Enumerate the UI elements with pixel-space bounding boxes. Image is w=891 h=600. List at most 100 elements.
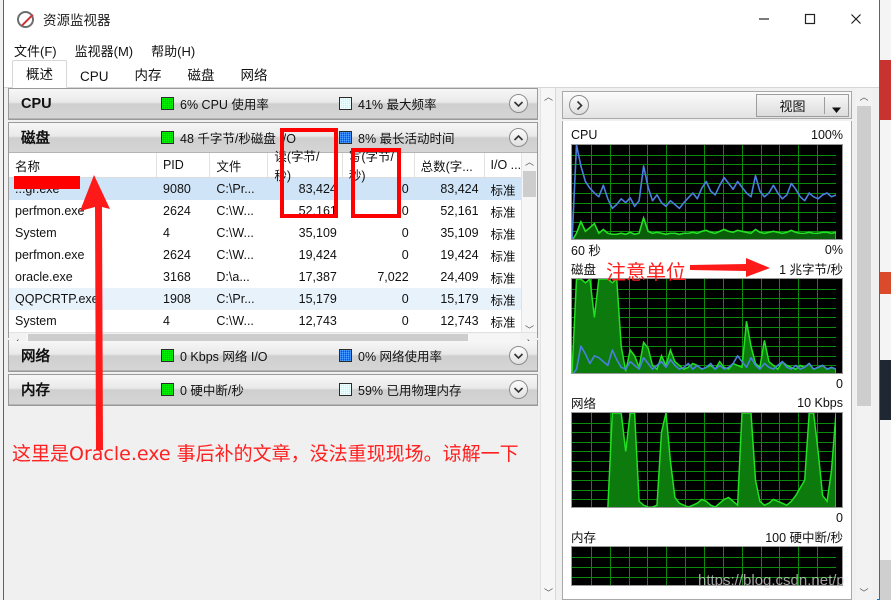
background-red-panel-mid	[880, 272, 891, 294]
close-button[interactable]	[833, 0, 879, 38]
column-header-name[interactable]: 名称	[9, 153, 157, 177]
table-vertical-scrollbar[interactable]: ︿ ﹀	[521, 153, 537, 337]
cell-pid: 3168	[163, 270, 191, 284]
cell-read: 12,743	[298, 314, 337, 328]
scroll-down-arrow-icon[interactable]: ﹀	[856, 584, 872, 600]
column-header-pid[interactable]: PID	[157, 153, 211, 177]
graph-cpu-title: CPU	[571, 127, 598, 142]
cell-total: 35,109	[440, 226, 479, 240]
cell-write: 0	[401, 292, 409, 306]
graph-network-axis-labels: 0	[571, 508, 843, 527]
section-cpu-stat1-label: 6% CPU 使用率	[180, 98, 269, 112]
tab-cpu[interactable]: CPU	[67, 67, 122, 88]
section-network-header[interactable]: 网络 0 Kbps 网络 I/O 0% 网络使用率	[9, 341, 537, 371]
section-disk-stat2-label: 8% 最长活动时间	[358, 132, 455, 146]
cell-file: D:\a...	[216, 270, 250, 284]
title-bar: 资源监视器	[4, 0, 879, 38]
cell-total: 19,424	[440, 248, 479, 262]
background-dark-panel	[880, 360, 891, 420]
green-swatch-icon	[161, 349, 174, 362]
tab-memory[interactable]: 内存	[122, 62, 175, 88]
tab-overview[interactable]: 概述	[12, 60, 67, 88]
graph-cpu-labels: CPU 100%	[571, 125, 843, 144]
chevron-down-icon[interactable]	[509, 380, 528, 399]
cell-write: 0	[401, 314, 409, 328]
section-disk-stat1-label: 48 千字节/秒磁盘 I/O	[180, 132, 296, 146]
section-memory-stat1: 0 硬中断/秒	[161, 380, 244, 399]
cell-total: 83,424	[440, 182, 479, 196]
table-row[interactable]: ...gr.exe 9080 C:\Pr... 83,424 0 83,424 …	[9, 178, 537, 200]
section-disk-header[interactable]: 磁盘 48 千字节/秒磁盘 I/O 8% 最长活动时间	[9, 123, 537, 153]
menu-item-file[interactable]: 文件(F)	[14, 41, 57, 60]
cell-read: 19,424	[298, 248, 337, 262]
section-memory-header[interactable]: 内存 0 硬中断/秒 59% 已用物理内存	[9, 375, 537, 405]
cell-file: C:\W...	[216, 314, 254, 328]
section-network-title: 网络	[21, 349, 50, 365]
table-row[interactable]: oracle.exe 3168 D:\a... 17,387 7,022 24,…	[9, 266, 537, 288]
maximize-button[interactable]	[787, 0, 833, 38]
green-swatch-icon	[161, 97, 174, 110]
graph-disk-title: 磁盘	[571, 263, 597, 277]
cell-pid: 9080	[163, 182, 191, 196]
scroll-up-arrow-icon[interactable]: ︿	[541, 88, 555, 104]
scroll-up-arrow-icon[interactable]: ︿	[522, 153, 537, 169]
chevron-down-icon[interactable]	[509, 346, 528, 365]
sections-container: CPU 6% CPU 使用率 41% 最大频率 磁盘 48 千字节/秒磁盘 I/…	[8, 88, 538, 408]
table-row[interactable]: QQPCRTP.exe 1908 C:\Pr... 15,179 0 15,17…	[9, 288, 537, 310]
cell-file: C:\Pr...	[216, 292, 255, 306]
red-box-write-column	[351, 148, 401, 218]
table-row[interactable]: System 4 C:\W... 12,743 0 12,743 标准	[9, 310, 537, 332]
section-cpu: CPU 6% CPU 使用率 41% 最大频率	[8, 88, 538, 120]
scroll-down-arrow-icon[interactable]: ﹀	[541, 584, 555, 600]
cell-total: 52,161	[440, 204, 479, 218]
table-row[interactable]: perfmon.exe 2624 C:\W... 52,161 0 52,161…	[9, 200, 537, 222]
minimize-button[interactable]	[741, 0, 787, 38]
cell-file: C:\W...	[216, 226, 254, 240]
cell-file: C:\Pr...	[216, 182, 255, 196]
chevron-right-icon[interactable]	[569, 95, 589, 115]
background-bottom-panel	[880, 560, 891, 600]
view-dropdown-label: 视图	[779, 99, 806, 114]
cell-name: oracle.exe	[15, 270, 73, 284]
menu-item-monitor[interactable]: 监视器(M)	[75, 41, 134, 60]
section-memory: 内存 0 硬中断/秒 59% 已用物理内存	[8, 374, 538, 406]
cell-name: System	[15, 226, 57, 240]
view-dropdown-button[interactable]: 视图	[756, 94, 849, 117]
light-blue-swatch-icon	[339, 383, 352, 396]
chevron-up-icon[interactable]	[509, 128, 528, 147]
graph-cpu-min-label: 0%	[824, 242, 843, 257]
tab-network[interactable]: 网络	[228, 62, 281, 88]
section-disk: 磁盘 48 千字节/秒磁盘 I/O 8% 最长活动时间 名称 PID 文件 ⌄ …	[8, 122, 538, 349]
column-header-total[interactable]: 总数(字...	[415, 153, 485, 177]
section-cpu-header[interactable]: CPU 6% CPU 使用率 41% 最大频率	[9, 89, 537, 119]
chevron-down-icon[interactable]	[509, 94, 528, 113]
table-row[interactable]: System 4 C:\W... 35,109 0 35,109 标准	[9, 222, 537, 244]
left-pane-scrollbar[interactable]: ︿ ﹀	[540, 88, 555, 600]
graph-network-title: 网络	[571, 397, 597, 411]
graph-memory-max-label: 100 硬中断/秒	[765, 531, 843, 545]
scroll-thumb[interactable]	[857, 106, 871, 406]
section-memory-stat2-label: 59% 已用物理内存	[358, 384, 462, 398]
column-header-file[interactable]: 文件	[210, 153, 269, 177]
scroll-up-arrow-icon[interactable]: ︿	[856, 88, 872, 104]
cell-read: 15,179	[298, 292, 337, 306]
caret-down-icon	[831, 102, 842, 117]
graph-disk-canvas	[571, 278, 843, 374]
scroll-thumb[interactable]	[523, 171, 536, 197]
graph-disk-axis-labels: 0	[571, 374, 843, 393]
menu-bar: 文件(F) 监视器(M) 帮助(H)	[4, 38, 879, 62]
table-row[interactable]: perfmon.exe 2624 C:\W... 19,424 0 19,424…	[9, 244, 537, 266]
right-pane-scrollbar[interactable]: ︿ ﹀	[856, 88, 872, 600]
cell-pid: 2624	[163, 248, 191, 262]
cell-file: C:\W...	[216, 248, 254, 262]
cell-total: 24,409	[440, 270, 479, 284]
tab-disk[interactable]: 磁盘	[175, 62, 228, 88]
cell-total: 15,179	[440, 292, 479, 306]
section-network-stat2: 0% 网络使用率	[339, 346, 442, 365]
cell-pid: 4	[163, 314, 170, 328]
menu-item-help[interactable]: 帮助(H)	[151, 41, 195, 60]
green-swatch-icon	[161, 131, 174, 144]
section-disk-title: 磁盘	[21, 131, 50, 147]
graph-cpu-time-label: 60 秒	[571, 244, 601, 258]
right-pane: 视图 CPU 100% 60 秒 0% 磁盘 1 兆字节/秒 0 网络 10 K…	[556, 88, 877, 600]
